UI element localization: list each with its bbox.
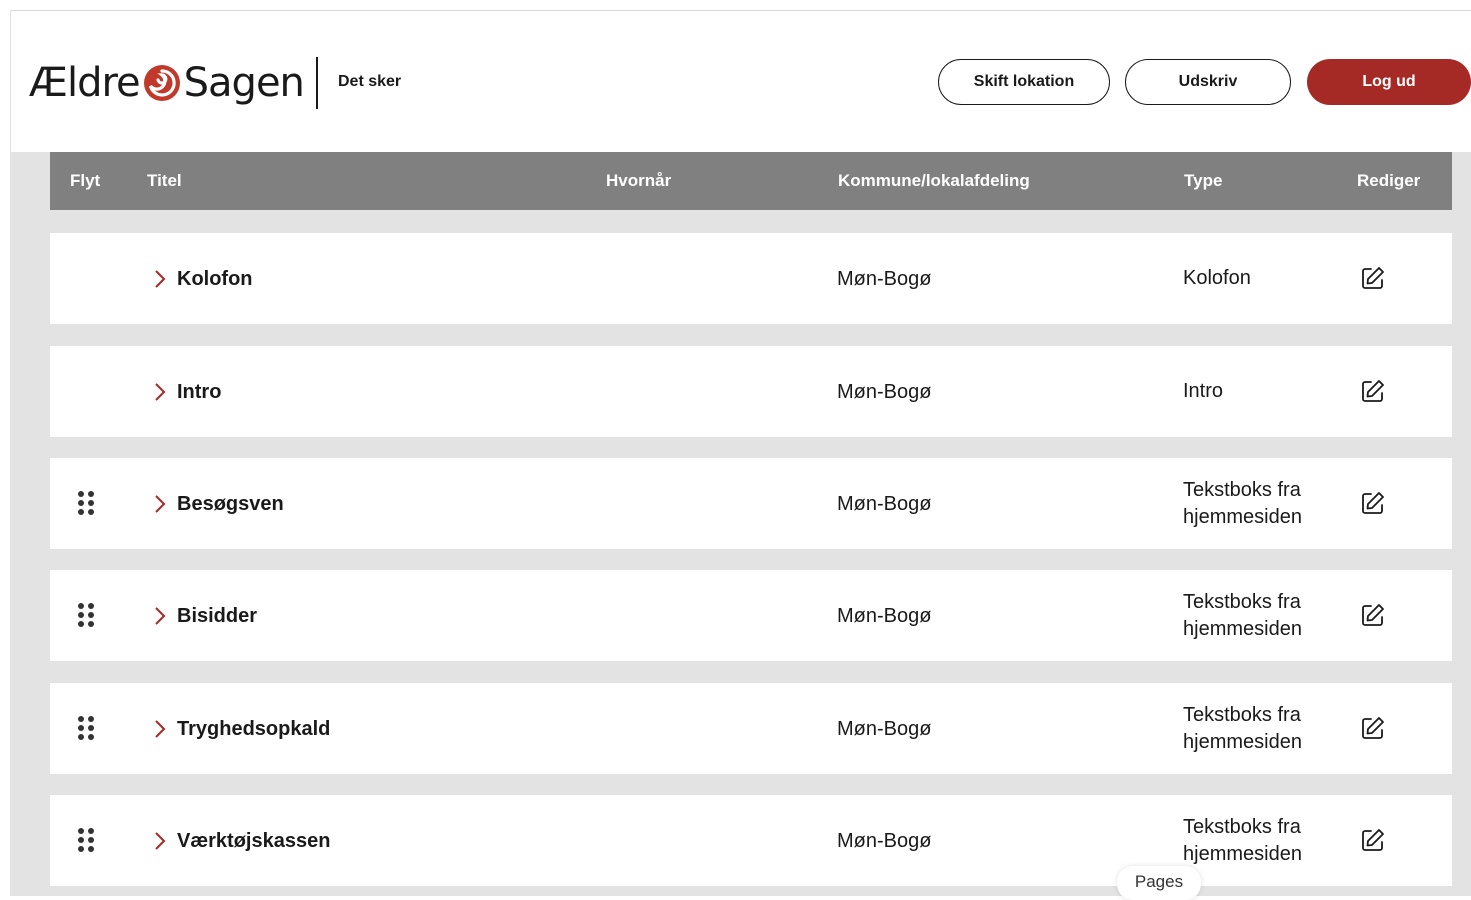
column-header-municipality: Kommune/lokalafdeling [838, 171, 1030, 190]
table-row: Tryghedsopkald Møn-Bogø Tekstboks fra hj… [50, 683, 1452, 774]
table-row: Besøgsven Møn-Bogø Tekstboks fra hjemmes… [50, 458, 1452, 549]
row-municipality: Møn-Bogø [837, 830, 932, 852]
row-type: Tekstboks fra hjemmesiden [1183, 590, 1302, 640]
drag-handle-icon[interactable] [77, 490, 95, 516]
app-header: Ældre Sagen Det sker Skift lokation Udsk… [11, 11, 1471, 152]
logo-divider [316, 57, 318, 109]
row-municipality: Møn-Bogø [837, 605, 932, 627]
pages-indicator[interactable]: Pages [1117, 866, 1201, 900]
row-municipality: Møn-Bogø [837, 381, 932, 403]
logout-button[interactable]: Log ud [1307, 59, 1471, 105]
logo-text-left: Ældre [29, 60, 141, 106]
row-municipality: Møn-Bogø [837, 718, 932, 740]
row-title[interactable]: Tryghedsopkald [177, 718, 330, 741]
change-location-button[interactable]: Skift lokation [938, 59, 1110, 105]
edit-icon[interactable] [1360, 603, 1385, 628]
column-header-when: Hvornår [606, 171, 672, 190]
chevron-right-icon[interactable] [154, 719, 166, 739]
print-button[interactable]: Udskriv [1125, 59, 1291, 105]
drag-handle-icon[interactable] [77, 827, 95, 853]
row-title[interactable]: Intro [177, 381, 221, 404]
aeldre-sagen-logo[interactable]: Ældre Sagen [29, 55, 305, 111]
table-row: Bisidder Møn-Bogø Tekstboks fra hjemmesi… [50, 570, 1452, 661]
row-title[interactable]: Værktøjskassen [177, 830, 330, 853]
logo-swirl-icon [143, 65, 180, 101]
column-header-move: Flyt [70, 171, 101, 190]
chevron-right-icon[interactable] [154, 269, 166, 289]
edit-icon[interactable] [1360, 716, 1385, 741]
edit-icon[interactable] [1360, 491, 1385, 516]
drag-handle-icon[interactable] [77, 602, 95, 628]
row-municipality: Møn-Bogø [837, 493, 932, 515]
logo-text-right: Sagen [183, 60, 305, 106]
chevron-right-icon[interactable] [154, 831, 166, 851]
column-header-type: Type [1184, 171, 1223, 190]
table-row: Intro Møn-Bogø Intro [50, 346, 1452, 437]
content-area: Flyt Titel Hvornår Kommune/lokalafdeling… [11, 152, 1471, 896]
row-type: Kolofon [1183, 267, 1251, 289]
row-title[interactable]: Bisidder [177, 605, 257, 628]
table-row: Værktøjskassen Møn-Bogø Tekstboks fra hj… [50, 795, 1452, 886]
row-type: Tekstboks fra hjemmesiden [1183, 703, 1302, 753]
column-header-edit: Rediger [1357, 171, 1421, 190]
edit-icon[interactable] [1360, 379, 1385, 404]
section-title: Det sker [338, 73, 402, 90]
window-left-border [0, 10, 11, 896]
drag-handle-icon[interactable] [77, 715, 95, 741]
row-type: Intro [1183, 380, 1224, 402]
edit-icon[interactable] [1360, 828, 1385, 853]
column-header-title: Titel [147, 171, 182, 190]
window-top-border [0, 0, 1471, 11]
row-type: Tekstboks fra hjemmesiden [1183, 478, 1302, 528]
chevron-right-icon[interactable] [154, 494, 166, 514]
row-title[interactable]: Kolofon [177, 268, 253, 291]
row-title[interactable]: Besøgsven [177, 493, 284, 516]
table-row: Kolofon Møn-Bogø Kolofon [50, 233, 1452, 324]
row-municipality: Møn-Bogø [837, 268, 932, 290]
row-type: Tekstboks fra hjemmesiden [1183, 815, 1302, 865]
table-header: Flyt Titel Hvornår Kommune/lokalafdeling… [50, 152, 1452, 210]
chevron-right-icon[interactable] [154, 382, 166, 402]
edit-icon[interactable] [1360, 266, 1385, 291]
chevron-right-icon[interactable] [154, 606, 166, 626]
